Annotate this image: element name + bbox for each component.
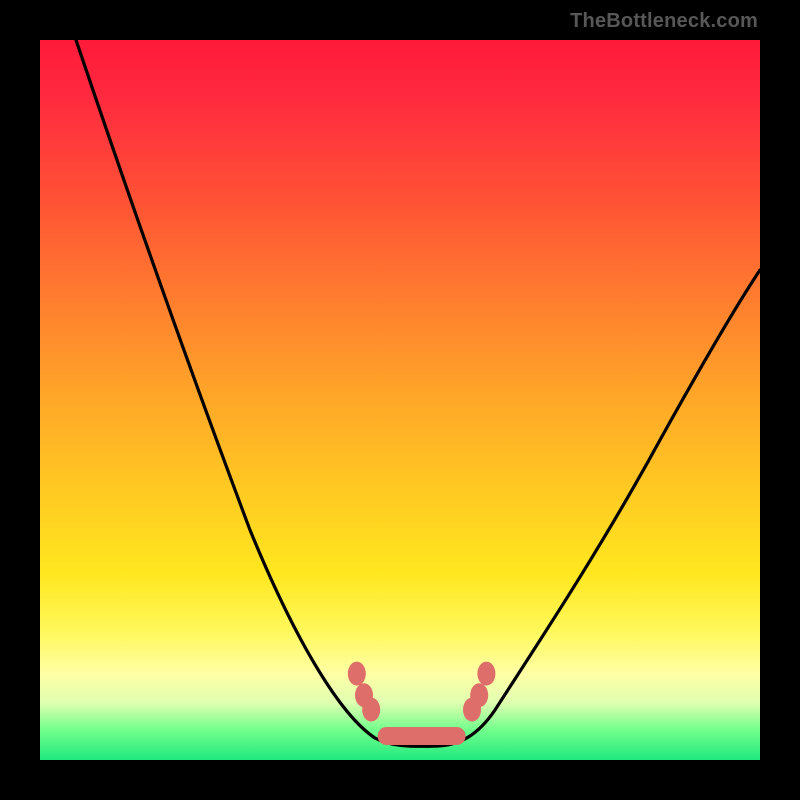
marker-dot-2	[362, 698, 380, 722]
marker-flat	[378, 727, 466, 745]
marker-dot-0	[348, 662, 366, 686]
chart-frame: TheBottleneck.com	[0, 0, 800, 800]
marker-dot-4	[470, 683, 488, 707]
plot-area	[40, 40, 760, 760]
curve-layer	[40, 40, 760, 760]
watermark-text: TheBottleneck.com	[570, 10, 758, 33]
bottleneck-curve	[76, 40, 760, 746]
marker-dot-5	[477, 662, 495, 686]
